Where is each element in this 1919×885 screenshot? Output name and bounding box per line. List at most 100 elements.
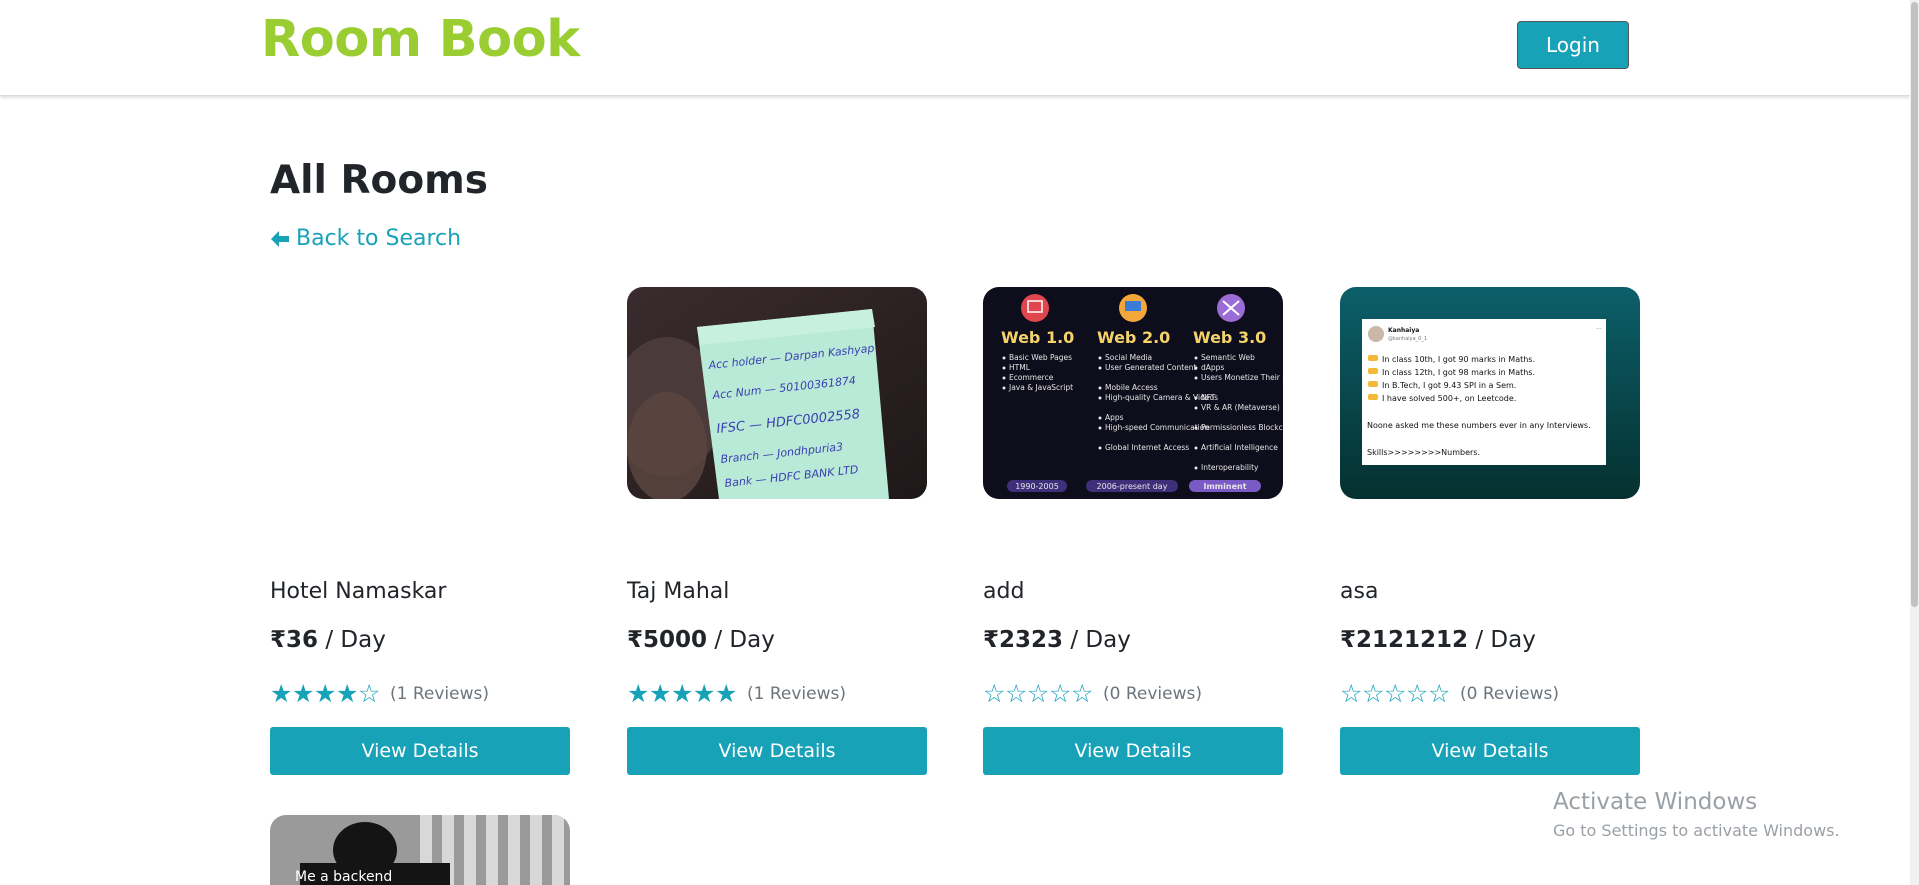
- web2-item: High-quality Camera & Video: [1105, 393, 1214, 402]
- star-icon: ☆: [1384, 679, 1407, 708]
- web2-item: Mobile Access: [1105, 383, 1158, 392]
- web2-item: High-speed Communication: [1105, 423, 1209, 432]
- room-rating: ☆ ☆ ☆ ☆ ☆ (0 Reviews): [1340, 681, 1559, 706]
- web3-item: Artificial Intelligence: [1201, 443, 1278, 452]
- room-image[interactable]: Web 1.0 Web 2.0 Web 3.0 Basic Web Pages …: [983, 287, 1283, 499]
- scrollbar[interactable]: [1910, 0, 1919, 885]
- star-icon: ★: [314, 679, 337, 708]
- login-button[interactable]: Login: [1517, 21, 1629, 69]
- room-name: Taj Mahal: [627, 579, 730, 604]
- watermark-title: Activate Windows: [1553, 789, 1758, 815]
- watermark-subtitle: Go to Settings to activate Windows.: [1553, 821, 1840, 840]
- web3-title: Web 3.0: [1193, 328, 1266, 347]
- navbar: Room Book Login: [0, 0, 1910, 96]
- web-versions-infographic: Web 1.0 Web 2.0 Web 3.0 Basic Web Pages …: [983, 287, 1283, 499]
- review-count: (1 Reviews): [390, 683, 489, 704]
- room-price: ₹36 / Day: [270, 627, 386, 653]
- review-count: (0 Reviews): [1103, 683, 1202, 704]
- room-price-value: ₹2121212: [1340, 627, 1469, 653]
- tweet-line: In B.Tech, I got 9.43 SPI in a Sem.: [1382, 381, 1516, 390]
- star-icon: ☆: [983, 679, 1006, 708]
- room-price: ₹2121212 / Day: [1340, 627, 1536, 653]
- star-icon: ★: [649, 679, 672, 708]
- web3-item: NFTs: [1201, 393, 1218, 402]
- tweet-handle: @kanhaiya_0_1: [1388, 336, 1427, 342]
- star-icon: ★: [671, 679, 694, 708]
- windows-activation-watermark: Activate Windows Go to Settings to activ…: [1553, 789, 1840, 840]
- meme-photo: Me a backend: [270, 815, 570, 885]
- web3-item: Interoperability: [1201, 463, 1259, 472]
- review-count: (1 Reviews): [747, 683, 846, 704]
- meme-caption: Me a backend: [295, 869, 392, 885]
- star-rating: ☆ ☆ ☆ ☆ ☆: [983, 681, 1093, 706]
- star-icon: ☆: [1428, 679, 1451, 708]
- star-icon: ☆: [1071, 679, 1094, 708]
- back-to-search-link[interactable]: Back to Search: [270, 226, 461, 251]
- view-details-button[interactable]: View Details: [983, 727, 1283, 775]
- room-price-unit: / Day: [1063, 627, 1131, 653]
- star-icon: ★: [336, 679, 359, 708]
- sticky-note-photo: Acc holder — Darpan Kashyap Acc Num — 50…: [627, 287, 927, 499]
- web2-item: Apps: [1105, 413, 1124, 422]
- web3-item: Semantic Web: [1201, 353, 1255, 362]
- star-icon: ☆: [1406, 679, 1429, 708]
- web1-era: 1990-2005: [1015, 482, 1059, 491]
- room-price-value: ₹5000: [627, 627, 708, 653]
- web1-item: Basic Web Pages: [1009, 353, 1072, 362]
- page-title: All Rooms: [270, 158, 488, 203]
- web1-item: HTML: [1009, 363, 1031, 372]
- star-icon: ☆: [1362, 679, 1385, 708]
- star-icon: ★: [693, 679, 716, 708]
- web2-item: User Generated Content: [1105, 363, 1197, 372]
- web3-item: Permissionless Blockchains: [1201, 423, 1283, 432]
- room-price: ₹5000 / Day: [627, 627, 775, 653]
- room-price-unit: / Day: [1468, 627, 1536, 653]
- room-image[interactable]: Acc holder — Darpan Kashyap Acc Num — 50…: [627, 287, 927, 499]
- star-icon: ☆: [1049, 679, 1072, 708]
- view-details-button[interactable]: View Details: [627, 727, 927, 775]
- room-rating: ★ ★ ★ ★ ☆ (1 Reviews): [270, 681, 489, 706]
- room-image[interactable]: Kanhaiya @kanhaiya_0_1 ··· In class 10th…: [1340, 287, 1640, 499]
- web3-item: VR & AR (Metaverse): [1201, 403, 1280, 412]
- tweet-line: Noone asked me these numbers ever in any…: [1367, 421, 1591, 430]
- web2-item: Social Media: [1105, 353, 1152, 362]
- star-rating: ★ ★ ★ ★ ☆: [270, 681, 380, 706]
- room-rating: ☆ ☆ ☆ ☆ ☆ (0 Reviews): [983, 681, 1202, 706]
- view-details-button[interactable]: View Details: [270, 727, 570, 775]
- arrow-left-icon: [271, 230, 289, 247]
- star-rating: ☆ ☆ ☆ ☆ ☆: [1340, 681, 1450, 706]
- room-card: Kanhaiya @kanhaiya_0_1 ··· In class 10th…: [1340, 287, 1640, 777]
- web3-era: Imminent: [1203, 482, 1246, 491]
- web3-item: dApps: [1201, 363, 1224, 372]
- room-card: Hotel Namaskar ₹36 / Day ★ ★ ★ ★ ☆ (1 Re…: [270, 287, 570, 777]
- star-icon: ☆: [1005, 679, 1028, 708]
- star-icon: ☆: [358, 679, 381, 708]
- room-card: Acc holder — Darpan Kashyap Acc Num — 50…: [627, 287, 927, 777]
- room-price-unit: / Day: [707, 627, 775, 653]
- room-image[interactable]: [270, 287, 570, 499]
- tweet-line: In class 12th, I got 98 marks in Maths.: [1382, 368, 1535, 377]
- web2-item: Global Internet Access: [1105, 443, 1189, 452]
- back-to-search-label: Back to Search: [296, 226, 462, 251]
- star-icon: ☆: [1027, 679, 1050, 708]
- view-details-button[interactable]: View Details: [1340, 727, 1640, 775]
- room-price-value: ₹2323: [983, 627, 1064, 653]
- web1-item: Java & JavaScript: [1008, 383, 1073, 392]
- svg-text:···: ···: [1596, 326, 1602, 333]
- tweet-author: Kanhaiya: [1388, 327, 1419, 334]
- room-card: Web 1.0 Web 2.0 Web 3.0 Basic Web Pages …: [983, 287, 1283, 777]
- tweet-line: In class 10th, I got 90 marks in Maths.: [1382, 355, 1535, 364]
- web2-era: 2006-present day: [1097, 482, 1168, 491]
- star-icon: ★: [270, 679, 293, 708]
- tweet-line: Skills>>>>>>>>Numbers.: [1367, 448, 1480, 457]
- room-image[interactable]: Me a backend: [270, 815, 570, 885]
- scrollbar-thumb[interactable]: [1911, 2, 1918, 607]
- tweet-line: I have solved 500+, on Leetcode.: [1382, 394, 1516, 403]
- web1-title: Web 1.0: [1001, 328, 1074, 347]
- star-icon: ★: [292, 679, 315, 708]
- room-price: ₹2323 / Day: [983, 627, 1131, 653]
- brand-logo[interactable]: Room Book: [261, 10, 580, 69]
- web3-item: Users Monetize Their Data: [1201, 373, 1283, 382]
- room-name: add: [983, 579, 1025, 604]
- star-rating: ★ ★ ★ ★ ★: [627, 681, 737, 706]
